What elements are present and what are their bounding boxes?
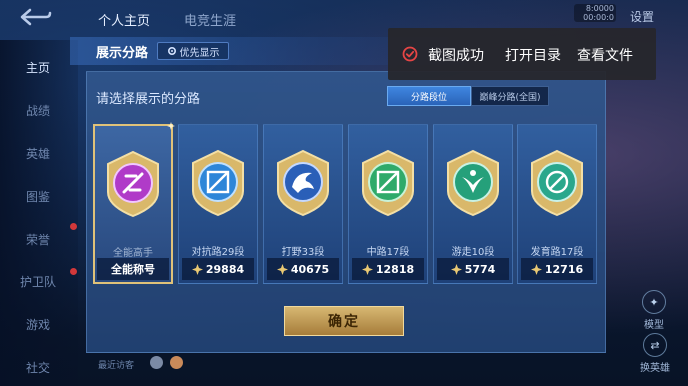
notification-dot bbox=[70, 268, 77, 275]
farm-lane-badge-icon bbox=[531, 149, 583, 217]
visitor-avatar[interactable] bbox=[170, 356, 183, 369]
model-label: 模型 bbox=[644, 320, 664, 331]
swap-hero-button[interactable]: ⇄ 换英雄 bbox=[632, 333, 678, 374]
card-value-text: 12716 bbox=[544, 262, 584, 276]
lane-card-farm[interactable]: 发育路17段 12716 bbox=[517, 124, 597, 284]
card-value-text: 29884 bbox=[205, 262, 245, 276]
notification-dot bbox=[70, 223, 77, 230]
lane-card-jungle[interactable]: 打野33段 40675 bbox=[263, 124, 343, 284]
sidebar-item-heroes[interactable]: 英雄 bbox=[0, 145, 78, 162]
lane-card-all-round[interactable]: 全能高手 全能称号 bbox=[93, 122, 175, 284]
toast-message: 截图成功 bbox=[428, 48, 484, 64]
dialog-title: 展示分路 bbox=[96, 46, 149, 61]
card-value: 12818 bbox=[352, 258, 424, 280]
lane-card-mid[interactable]: 中路17段 12818 bbox=[348, 124, 428, 284]
card-value-text: 5774 bbox=[464, 262, 496, 276]
model-icon: ✦ bbox=[642, 290, 666, 314]
sparkle-icon bbox=[167, 122, 175, 130]
select-prompt: 请选择展示的分路 bbox=[96, 92, 201, 107]
swap-icon: ⇄ bbox=[643, 333, 667, 357]
card-label: 全能高手 bbox=[113, 248, 153, 259]
card-value: 29884 bbox=[182, 258, 254, 280]
swap-hero-label: 换英雄 bbox=[640, 363, 670, 374]
segment-control: 分路段位 巅峰分路(全国) bbox=[387, 86, 549, 106]
recent-visitors-label: 最近访客 bbox=[98, 361, 135, 371]
card-label: 中路17段 bbox=[366, 247, 410, 258]
confirm-button[interactable]: 确定 bbox=[284, 306, 404, 336]
segment-lane-rank[interactable]: 分路段位 bbox=[387, 86, 471, 106]
sidebar-item-home[interactable]: 主页 bbox=[0, 59, 78, 76]
all-round-badge-icon bbox=[107, 150, 159, 218]
priority-display-label: 优先显示 bbox=[179, 47, 220, 59]
card-value-text: 12818 bbox=[375, 262, 415, 276]
open-directory-link[interactable]: 打开目录 bbox=[505, 45, 561, 65]
sidebar-item-guard[interactable]: 护卫队 bbox=[0, 273, 78, 290]
sidebar-item-record[interactable]: 战绩 bbox=[0, 102, 78, 119]
roam-badge-icon bbox=[447, 149, 499, 217]
jungle-badge-icon bbox=[277, 149, 329, 217]
lane-card-clash[interactable]: 对抗路29段 29884 bbox=[178, 124, 258, 284]
card-label: 游走10段 bbox=[451, 247, 495, 258]
lane-card-roam[interactable]: 游走10段 5774 bbox=[433, 124, 513, 284]
card-value: 40675 bbox=[267, 258, 339, 280]
status-badge-line: 00:00:0 bbox=[583, 13, 614, 22]
card-value-text: 全能称号 bbox=[111, 263, 155, 276]
gear-icon bbox=[167, 46, 176, 56]
card-value-text: 40675 bbox=[290, 262, 330, 276]
visitor-avatar[interactable] bbox=[150, 356, 163, 369]
status-badge: 8:0000 00:00:0 bbox=[574, 4, 616, 22]
status-badge-line: 8:0000 bbox=[585, 4, 614, 13]
priority-display-button[interactable]: 优先显示 bbox=[157, 42, 229, 60]
clash-lane-badge-icon bbox=[192, 149, 244, 217]
screenshot-toast: 截图成功 打开目录 查看文件 bbox=[388, 28, 656, 80]
card-value: 5774 bbox=[437, 258, 509, 280]
card-label: 打野33段 bbox=[281, 247, 325, 258]
power-icon bbox=[191, 263, 203, 275]
check-circle-icon bbox=[402, 46, 418, 62]
power-icon bbox=[276, 263, 288, 275]
card-value: 12716 bbox=[521, 258, 593, 280]
sidebar-item-codex[interactable]: 图鉴 bbox=[0, 188, 78, 205]
card-label: 对抗路29段 bbox=[191, 247, 245, 258]
mid-lane-badge-icon bbox=[362, 149, 414, 217]
power-icon bbox=[361, 263, 373, 275]
sidebar-item-games[interactable]: 游戏 bbox=[0, 316, 78, 333]
tab-profile[interactable]: 个人主页 bbox=[98, 10, 150, 29]
segment-peak-lane[interactable]: 巅峰分路(全国) bbox=[471, 86, 549, 106]
power-icon bbox=[450, 263, 462, 275]
sidebar-item-social[interactable]: 社交 bbox=[0, 359, 78, 376]
settings-button[interactable]: 设置 bbox=[630, 8, 654, 25]
tab-esports[interactable]: 电竞生涯 bbox=[184, 10, 236, 29]
power-icon bbox=[530, 263, 542, 275]
view-file-link[interactable]: 查看文件 bbox=[577, 45, 633, 65]
sidebar-item-honor[interactable]: 荣誉 bbox=[0, 231, 78, 248]
model-button[interactable]: ✦ 模型 bbox=[634, 290, 674, 331]
sidebar: 主页 战绩 英雄 图鉴 荣誉 护卫队 游戏 社交 bbox=[0, 40, 78, 386]
back-icon[interactable] bbox=[18, 8, 52, 26]
card-label: 发育路17段 bbox=[530, 247, 584, 258]
card-value: 全能称号 bbox=[97, 258, 169, 280]
